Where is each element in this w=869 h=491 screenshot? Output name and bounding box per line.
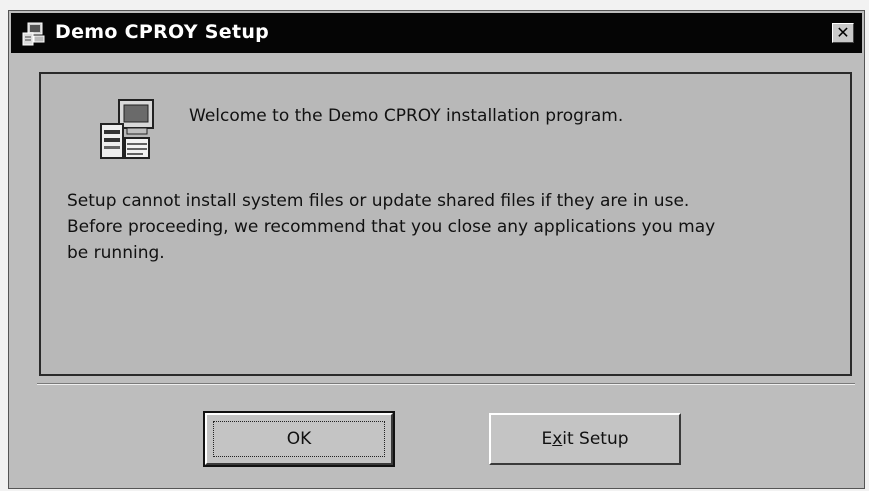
message-line-1: Setup cannot install system files or upd… bbox=[67, 191, 690, 211]
close-icon: ✕ bbox=[836, 23, 850, 42]
setup-computer-icon bbox=[97, 98, 159, 164]
setup-dialog: Demo CPROY Setup ✕ Welcome to the Demo C… bbox=[8, 10, 865, 489]
content-panel: Welcome to the Demo CPROY installation p… bbox=[39, 72, 852, 376]
setup-computer-icon bbox=[21, 21, 47, 47]
message-line-2: Before proceeding, we recommend that you… bbox=[67, 217, 716, 237]
title-bar[interactable]: Demo CPROY Setup ✕ bbox=[11, 13, 862, 53]
exit-label-prefix: E bbox=[541, 429, 553, 449]
message-line-3: be running. bbox=[67, 243, 165, 263]
exit-label-suffix: it Setup bbox=[562, 429, 629, 449]
exit-label: Exit Setup bbox=[541, 429, 628, 449]
welcome-heading: Welcome to the Demo CPROY installation p… bbox=[189, 106, 624, 126]
window-title: Demo CPROY Setup bbox=[55, 21, 270, 43]
warning-message: Setup cannot install system files or upd… bbox=[67, 188, 827, 266]
ok-label: OK bbox=[286, 429, 312, 449]
separator bbox=[37, 383, 855, 385]
close-button[interactable]: ✕ bbox=[832, 23, 854, 43]
exit-label-mnemonic: x bbox=[552, 429, 563, 449]
ok-button[interactable]: OK bbox=[203, 411, 395, 467]
exit-setup-button[interactable]: Exit Setup bbox=[489, 413, 681, 465]
